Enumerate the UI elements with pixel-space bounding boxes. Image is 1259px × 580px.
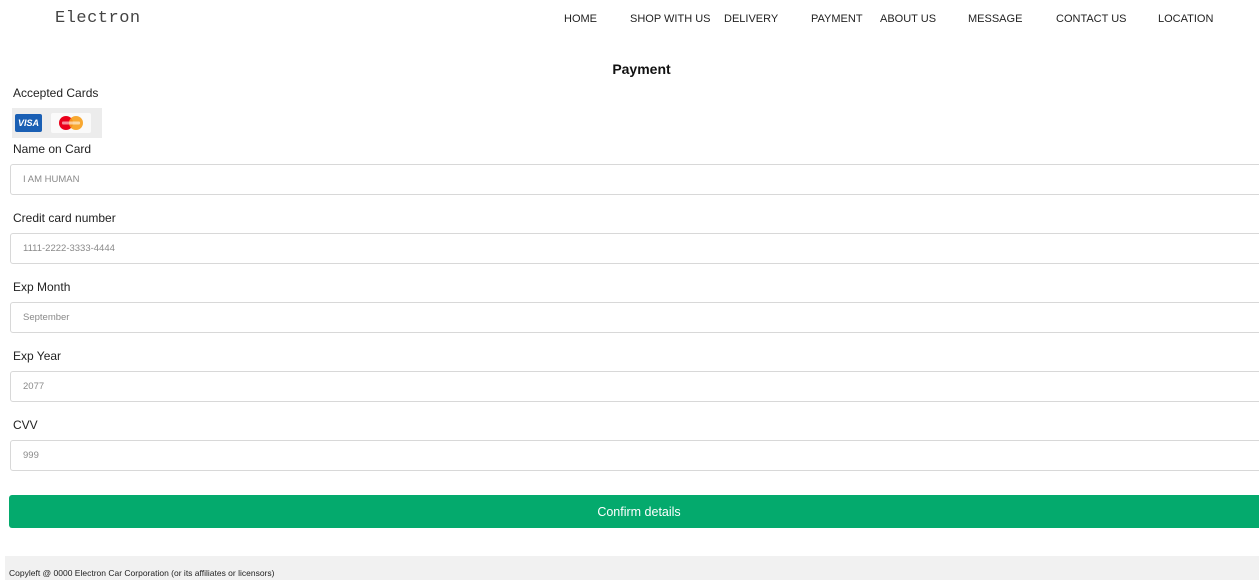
accepted-cards-icons: VISA: [12, 108, 102, 138]
accepted-cards-label: Accepted Cards: [13, 86, 99, 100]
cvv-label: CVV: [13, 418, 38, 432]
nav-delivery[interactable]: DELIVERY: [724, 13, 778, 25]
nav-about-us[interactable]: ABOUT US: [880, 13, 936, 25]
nav-contact-us[interactable]: CONTACT US: [1056, 13, 1127, 25]
nav-shop-with-us[interactable]: SHOP WITH US: [630, 13, 710, 25]
footer-copyright-text: Copyleft @ 0000 Electron Car Corporation…: [9, 568, 275, 578]
nav-message[interactable]: MESSAGE: [968, 13, 1022, 25]
top-navigation-bar: Electron HOME SHOP WITH US DELIVERY PAYM…: [0, 0, 1259, 38]
mastercard-icon: [51, 113, 91, 133]
exp-year-input[interactable]: [10, 371, 1259, 402]
footer: Copyleft @ 0000 Electron Car Corporation…: [5, 556, 1259, 580]
name-on-card-label: Name on Card: [13, 142, 92, 156]
exp-year-label: Exp Year: [13, 349, 62, 363]
brand-logo[interactable]: Electron: [55, 9, 141, 28]
credit-card-number-input[interactable]: [10, 233, 1259, 264]
nav-home[interactable]: HOME: [564, 13, 597, 25]
exp-month-input[interactable]: [10, 302, 1259, 333]
nav-payment[interactable]: PAYMENT: [811, 13, 863, 25]
exp-month-label: Exp Month: [13, 280, 71, 294]
name-on-card-input[interactable]: [10, 164, 1259, 195]
visa-icon: VISA: [15, 114, 42, 132]
confirm-details-button[interactable]: Confirm details: [9, 495, 1259, 528]
cvv-input[interactable]: [10, 440, 1259, 471]
mastercard-logo-graphic: [59, 116, 83, 130]
credit-card-number-label: Credit card number: [13, 211, 116, 225]
page-title: Payment: [612, 61, 671, 77]
nav-location[interactable]: LOCATION: [1158, 13, 1213, 25]
